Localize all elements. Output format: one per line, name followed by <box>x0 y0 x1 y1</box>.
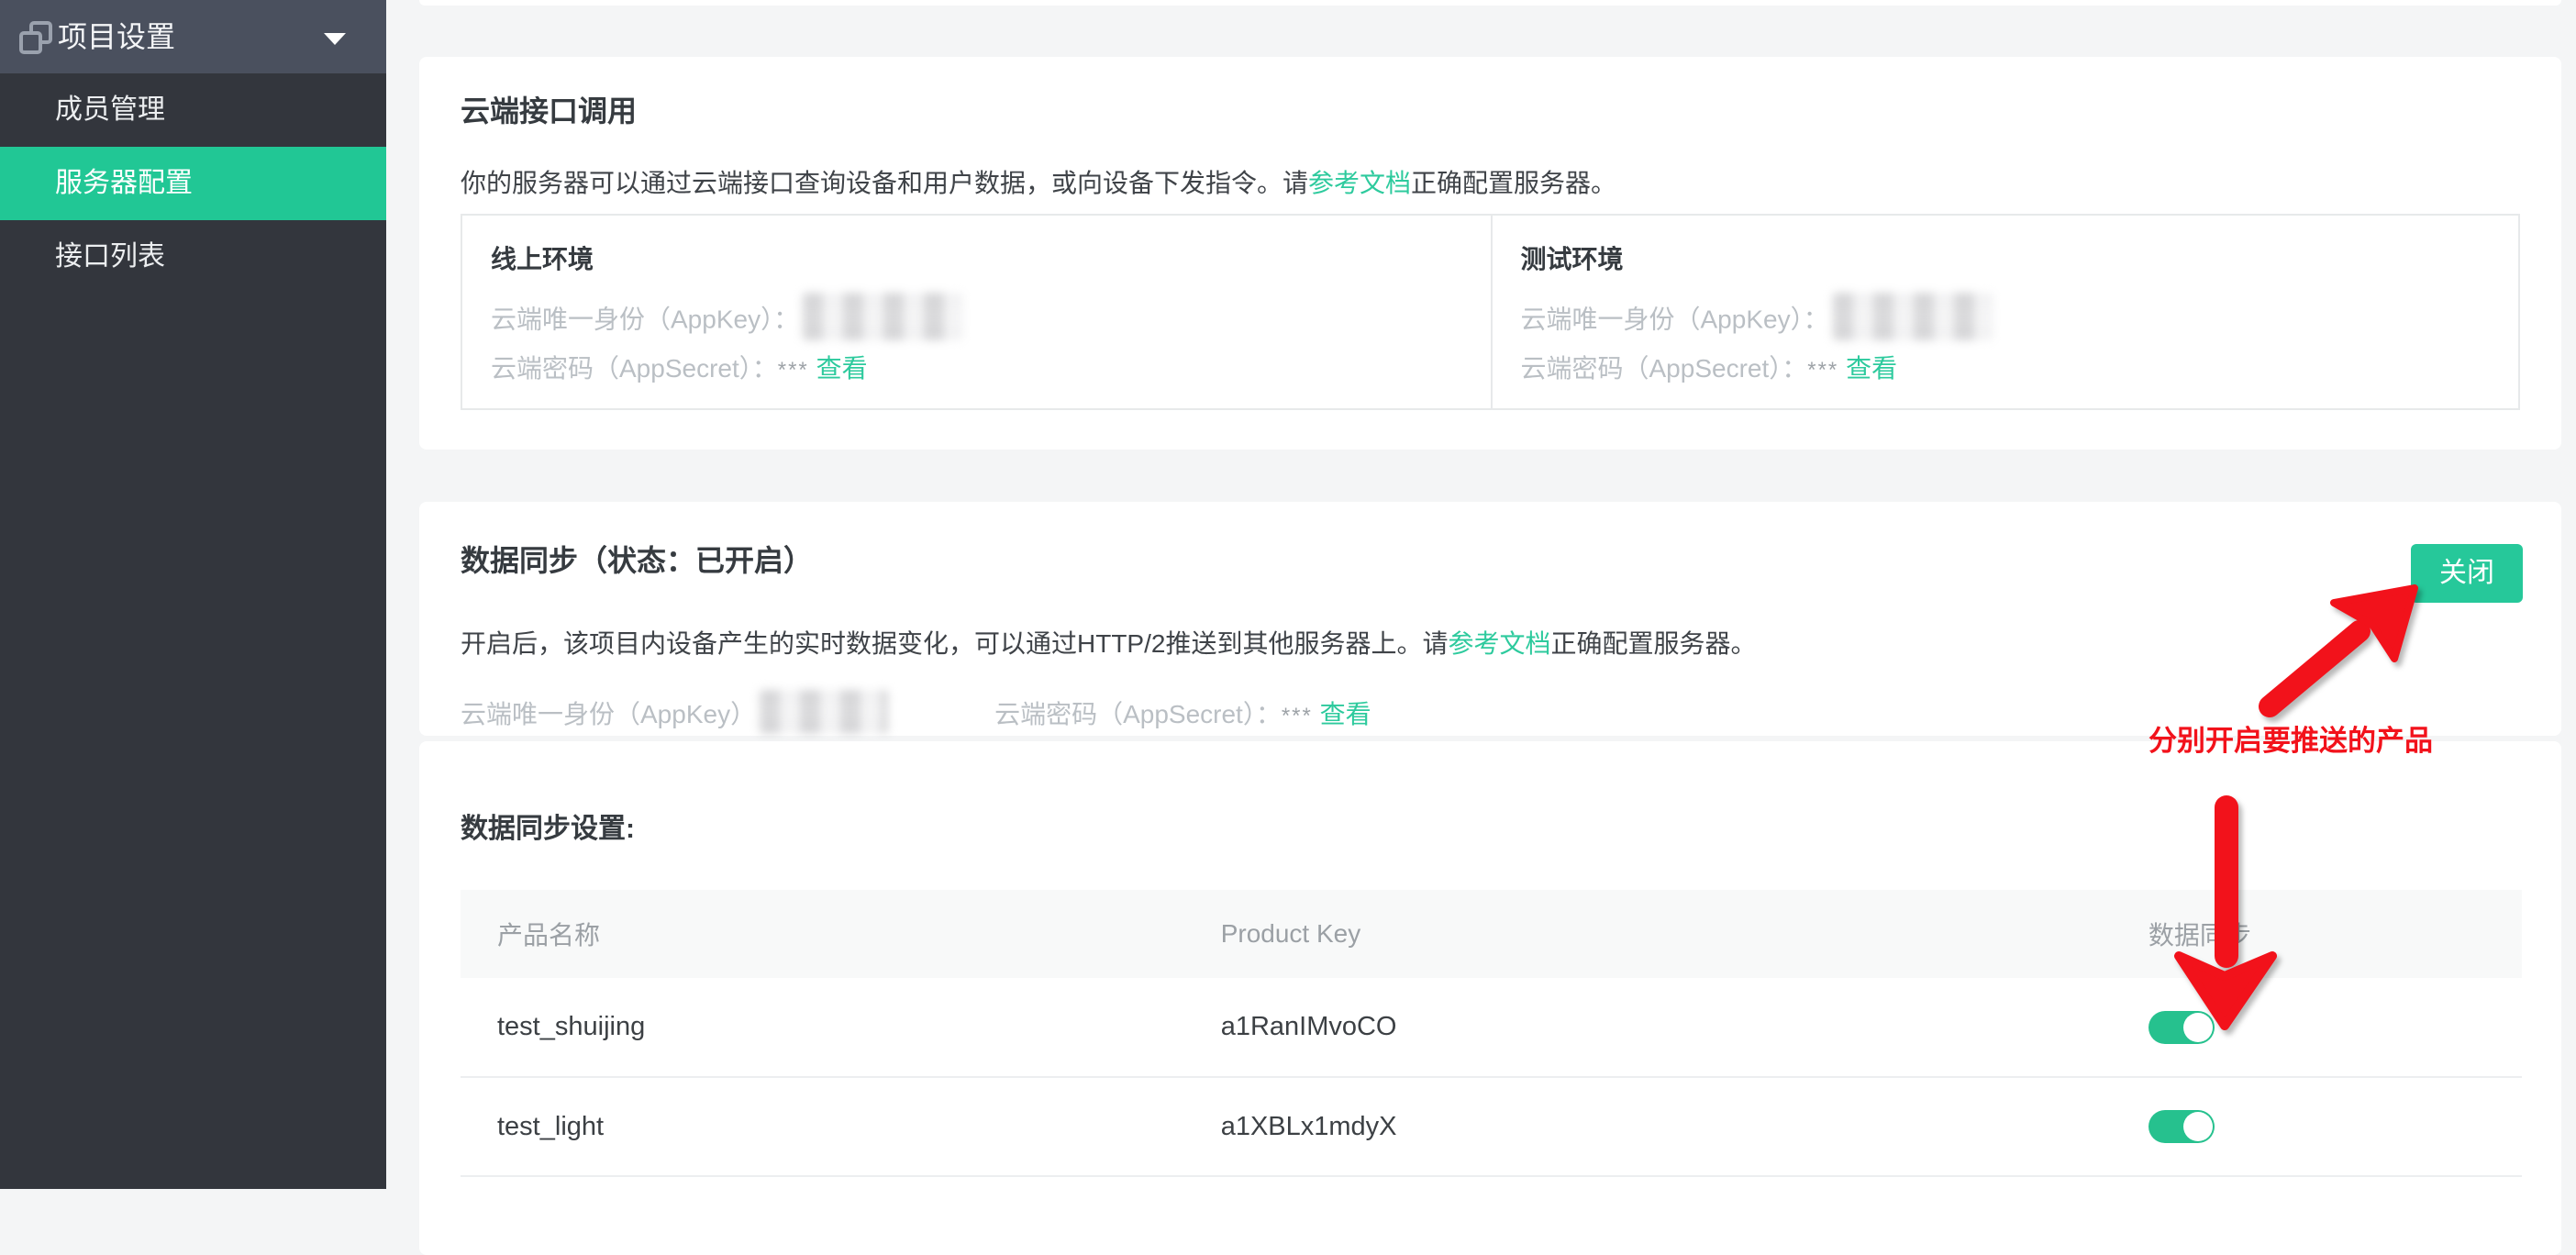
data-sync-desc-post: 正确配置服务器。 <box>1550 629 1756 658</box>
product-key-cell: a1XBLx1mdyX <box>1184 1077 2112 1176</box>
annotation-note: 分别开启要推送的产品 <box>2149 725 2433 758</box>
sidebar-item-member-management[interactable]: 成员管理 <box>0 73 386 147</box>
chevron-down-icon <box>324 33 346 45</box>
data-sync-docs-link[interactable]: 参考文档 <box>1448 629 1550 658</box>
product-key-cell: a1RanIMvoCO <box>1184 978 2112 1077</box>
appsecret-mask: *** <box>1807 358 1838 383</box>
sync-toggle-test-shuijing[interactable] <box>2149 1011 2215 1044</box>
toggle-knob <box>2183 1013 2213 1042</box>
appkey-redacted-value <box>760 690 888 734</box>
product-sync-table: 产品名称 Product Key 数据同步 test_shuijing a1Ra… <box>461 890 2522 1177</box>
appkey-redacted-value <box>1833 293 1993 340</box>
previous-card-edge <box>419 0 2561 6</box>
online-env-view-secret-link[interactable]: 查看 <box>816 354 868 383</box>
toggle-knob <box>2183 1112 2213 1141</box>
test-env-box: 测试环境 云端唯一身份（AppKey）： 云端密码（AppSecret）：***… <box>1491 216 2519 408</box>
test-env-secret-row: 云端密码（AppSecret）：*** 查看 <box>1521 352 2491 387</box>
cloud-api-title: 云端接口调用 <box>461 94 2520 128</box>
sync-toggle-test-light[interactable] <box>2149 1110 2215 1143</box>
online-env-box: 线上环境 云端唯一身份（AppKey）： 云端密码（AppSecret）：***… <box>462 216 1491 408</box>
project-icon <box>19 21 52 54</box>
appsecret-mask: *** <box>1282 704 1313 728</box>
sync-settings-title: 数据同步设置: <box>461 813 2520 846</box>
appsecret-label: 云端密码（AppSecret）： <box>994 700 1282 728</box>
environment-boxes: 线上环境 云端唯一身份（AppKey）： 云端密码（AppSecret）：***… <box>461 214 2520 410</box>
data-sync-desc-pre: 开启后，该项目内设备产生的实时数据变化，可以通过HTTP/2推送到其他服务器上。… <box>461 629 1448 658</box>
column-header-data-sync: 数据同步 <box>2112 890 2522 978</box>
appsecret-mask: *** <box>778 358 809 383</box>
appkey-label: 云端唯一身份（AppKey）： <box>1521 305 1829 333</box>
data-sync-description: 开启后，该项目内设备产生的实时数据变化，可以通过HTTP/2推送到其他服务器上。… <box>461 628 2520 660</box>
sync-settings-card: 数据同步设置: 产品名称 Product Key 数据同步 test_shuij… <box>419 741 2561 1255</box>
test-env-appkey-row: 云端唯一身份（AppKey）： <box>1521 302 2491 340</box>
cloud-api-desc-post: 正确配置服务器。 <box>1411 169 1616 197</box>
online-env-appkey-row: 云端唯一身份（AppKey）： <box>491 302 1462 340</box>
cloud-api-desc-pre: 你的服务器可以通过云端接口查询设备和用户数据，或向设备下发指令。请 <box>461 169 1308 197</box>
table-row: test_light a1XBLx1mdyX <box>461 1077 2522 1176</box>
test-env-title: 测试环境 <box>1521 243 2491 276</box>
appkey-redacted-value <box>803 293 963 340</box>
data-sync-title: 数据同步（状态：已开启） <box>461 544 2520 577</box>
appsecret-label: 云端密码（AppSecret）： <box>491 354 778 383</box>
data-sync-view-secret-link[interactable]: 查看 <box>1320 700 1371 728</box>
appkey-label: 云端唯一身份（AppKey）： <box>491 305 799 333</box>
data-sync-card: 数据同步（状态：已开启） 关闭 开启后，该项目内设备产生的实时数据变化，可以通过… <box>419 502 2561 736</box>
close-sync-button[interactable]: 关闭 <box>2411 544 2523 603</box>
cloud-api-docs-link[interactable]: 参考文档 <box>1308 169 1411 197</box>
sidebar: 项目设置 成员管理 服务器配置 接口列表 <box>0 0 386 1189</box>
sidebar-item-server-config[interactable]: 服务器配置 <box>0 147 386 220</box>
appkey-label: 云端唯一身份（AppKey） <box>461 700 756 728</box>
table-row: test_shuijing a1RanIMvoCO <box>461 978 2522 1077</box>
column-header-product-key: Product Key <box>1184 890 2112 978</box>
sidebar-header-label: 项目设置 <box>58 0 175 73</box>
product-name-cell: test_shuijing <box>461 978 1184 1077</box>
product-name-cell: test_light <box>461 1077 1184 1176</box>
online-env-secret-row: 云端密码（AppSecret）：*** 查看 <box>491 352 1462 387</box>
sidebar-item-api-list[interactable]: 接口列表 <box>0 220 386 294</box>
table-header-row: 产品名称 Product Key 数据同步 <box>461 890 2522 978</box>
online-env-title: 线上环境 <box>491 243 1462 276</box>
cloud-api-card: 云端接口调用 你的服务器可以通过云端接口查询设备和用户数据，或向设备下发指令。请… <box>419 57 2561 450</box>
cloud-api-description: 你的服务器可以通过云端接口查询设备和用户数据，或向设备下发指令。请参考文档正确配… <box>461 168 2520 199</box>
test-env-view-secret-link[interactable]: 查看 <box>1846 354 1897 383</box>
column-header-product-name: 产品名称 <box>461 890 1184 978</box>
sidebar-header-project-settings[interactable]: 项目设置 <box>0 0 386 73</box>
appsecret-label: 云端密码（AppSecret）： <box>1521 354 1808 383</box>
